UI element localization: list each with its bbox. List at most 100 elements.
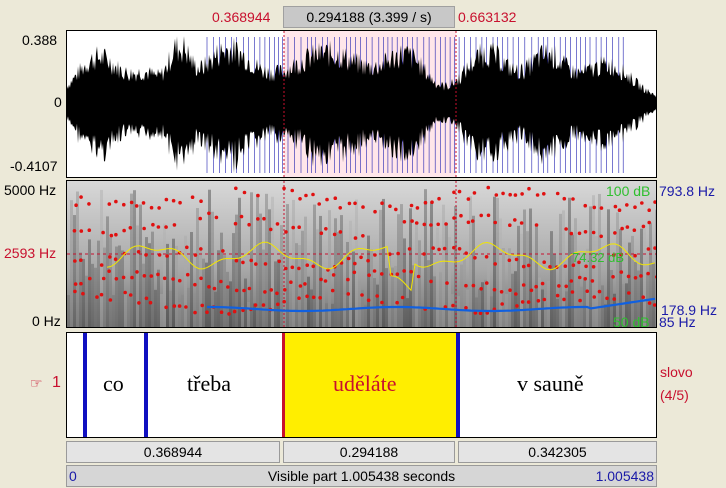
- formant-dot: [269, 288, 274, 292]
- formant-dot: [366, 258, 370, 263]
- interval-boundary[interactable]: [83, 333, 87, 437]
- spectral-band: [214, 291, 217, 327]
- formant-dot: [395, 272, 400, 276]
- formant-dot: [81, 291, 85, 296]
- formant-dot: [639, 274, 643, 278]
- spectral-band: [205, 262, 208, 327]
- formant-dot: [74, 203, 78, 207]
- formant-dot: [599, 206, 604, 210]
- selection-end: 0.663132: [458, 9, 517, 25]
- formant-dot: [646, 247, 651, 251]
- formant-dot: [164, 305, 168, 310]
- spectral-band: [544, 285, 547, 327]
- selection-duration[interactable]: 0.294188 (3.399 / s): [283, 6, 455, 28]
- spectral-band: [172, 238, 175, 327]
- interval-boundary[interactable]: [456, 333, 460, 437]
- formant-dot: [627, 291, 631, 295]
- formant-dot: [641, 295, 646, 299]
- spectral-band: [457, 296, 460, 327]
- formant-dot: [540, 281, 545, 286]
- waveform-panel[interactable]: [66, 30, 657, 178]
- formant-dot: [508, 192, 512, 197]
- formant-dot: [232, 309, 237, 314]
- spectral-band: [616, 212, 619, 327]
- spectrogram-panel[interactable]: [66, 180, 657, 328]
- formant-dot: [333, 196, 338, 200]
- formant-dot: [395, 300, 399, 305]
- spectral-band: [280, 225, 283, 327]
- interval-boundary-selected[interactable]: [282, 333, 285, 437]
- formant-dot: [571, 197, 575, 201]
- interval-word-co[interactable]: co: [103, 371, 124, 397]
- interval-word-v-saune[interactable]: v sauně: [517, 371, 584, 397]
- spectral-band: [151, 231, 154, 327]
- formant-dot: [569, 279, 574, 283]
- spectral-band: [247, 302, 250, 327]
- segment-right-duration[interactable]: 0.342305: [458, 441, 657, 463]
- spectral-band: [397, 214, 400, 327]
- formant-dot: [109, 233, 114, 238]
- spectral-band: [562, 210, 565, 327]
- formant-dot: [157, 206, 161, 210]
- formant-dot: [423, 200, 428, 205]
- formant-dot: [578, 298, 582, 303]
- formant-dot: [562, 297, 566, 302]
- formant-dot: [590, 279, 595, 283]
- visible-part-bar[interactable]: 0 Visible part 1.005438 seconds 1.005438: [66, 465, 657, 487]
- text-tier-panel[interactable]: co třeba uděláte v sauně: [66, 332, 657, 438]
- formant-dot: [541, 192, 546, 196]
- interval-boundary[interactable]: [144, 333, 148, 437]
- tier-number[interactable]: 1: [52, 374, 61, 392]
- spectral-band: [193, 293, 196, 327]
- spectral-band: [535, 224, 538, 327]
- formant-dot: [633, 276, 638, 280]
- visible-end: 1.005438: [595, 468, 654, 484]
- spectral-band: [553, 253, 556, 327]
- formant-dot: [121, 275, 126, 280]
- segment-left-duration[interactable]: 0.368944: [66, 441, 280, 463]
- formant-dot: [617, 208, 622, 212]
- formant-dot: [289, 280, 293, 284]
- formant-dot: [367, 273, 371, 277]
- formant-dot: [198, 216, 203, 221]
- interval-word-treba[interactable]: třeba: [187, 371, 231, 397]
- spectral-band: [142, 263, 145, 327]
- spectral-band: [307, 276, 310, 327]
- waveform-max-label: 0.388: [22, 32, 58, 48]
- spectral-band: [124, 291, 127, 327]
- formant-dot: [172, 304, 177, 308]
- spectral-band: [436, 227, 439, 327]
- formant-dot: [108, 298, 113, 302]
- spectral-band: [100, 189, 103, 327]
- formant-dot: [508, 288, 512, 292]
- formant-dot: [290, 188, 295, 193]
- formant-dot: [564, 284, 569, 289]
- formant-dot: [409, 269, 413, 274]
- formant-dot: [647, 208, 652, 212]
- spectral-band: [538, 277, 541, 327]
- formant-dot: [219, 279, 223, 284]
- formant-dot: [352, 270, 357, 275]
- formant-dot: [282, 186, 286, 191]
- formant-dot: [193, 282, 197, 287]
- spectral-band: [385, 268, 388, 327]
- formant-dot: [122, 228, 126, 233]
- formant-dot: [409, 203, 414, 208]
- formant-dot: [625, 203, 629, 207]
- formant-dot: [437, 247, 441, 252]
- formant-dot: [156, 272, 160, 277]
- formant-dot: [107, 269, 111, 273]
- formant-dot: [555, 191, 560, 196]
- formant-dot: [282, 299, 286, 304]
- formant-dot: [263, 290, 267, 294]
- segment-selected-duration[interactable]: 0.294188: [283, 441, 455, 463]
- spectral-band: [127, 294, 130, 327]
- formant-dot: [445, 281, 449, 285]
- formant-dot: [534, 223, 539, 227]
- formant-dot: [346, 256, 351, 261]
- formant-dot: [99, 263, 104, 267]
- formant-dot: [108, 255, 112, 259]
- spectral-band: [607, 209, 610, 327]
- interval-word-udelate[interactable]: uděláte: [333, 371, 397, 397]
- formant-dot: [379, 272, 384, 276]
